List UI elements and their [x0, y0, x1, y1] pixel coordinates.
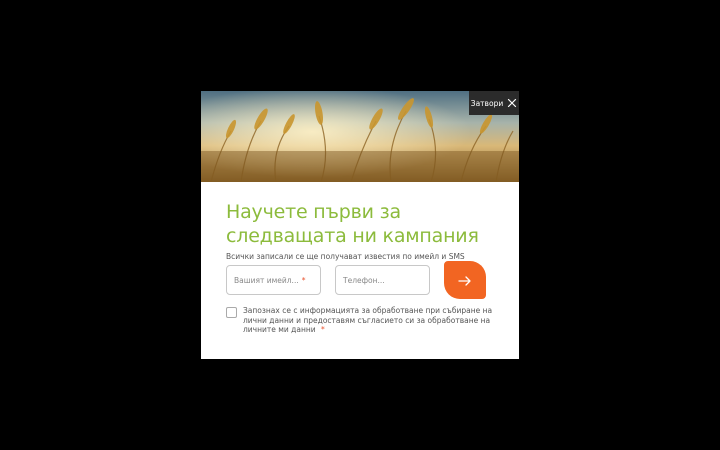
close-button[interactable]: Затвори	[469, 91, 519, 115]
subscription-modal: Затвори Научете първи за следващата ни к…	[201, 91, 519, 359]
close-label: Затвори	[470, 98, 504, 108]
consent-text: Запознах се с информацията за обработван…	[243, 306, 496, 335]
email-placeholder: Вашият имейл...	[234, 275, 299, 285]
wheat-field-image: Затвори	[201, 91, 519, 182]
consent-label: Запознах се с информацията за обработван…	[243, 306, 493, 334]
consent-row: Запознах се с информацията за обработван…	[226, 306, 496, 335]
modal-content: Научете първи за следващата ни кампания …	[226, 200, 506, 261]
arrow-right-icon	[458, 271, 472, 290]
email-required-mark: *	[301, 275, 306, 285]
modal-subtitle: Всички записали се ще получават известия…	[226, 252, 465, 261]
submit-button[interactable]	[444, 261, 486, 299]
consent-required-mark: *	[321, 325, 325, 334]
phone-placeholder: Телефон...	[343, 275, 385, 285]
modal-title: Научете първи за следващата ни кампания	[226, 201, 479, 247]
signup-form: Вашият имейл... * Телефон...	[226, 261, 491, 305]
consent-checkbox[interactable]	[226, 307, 237, 318]
phone-field[interactable]: Телефон...	[335, 265, 430, 295]
email-field[interactable]: Вашият имейл... *	[226, 265, 321, 295]
close-icon	[507, 98, 517, 108]
